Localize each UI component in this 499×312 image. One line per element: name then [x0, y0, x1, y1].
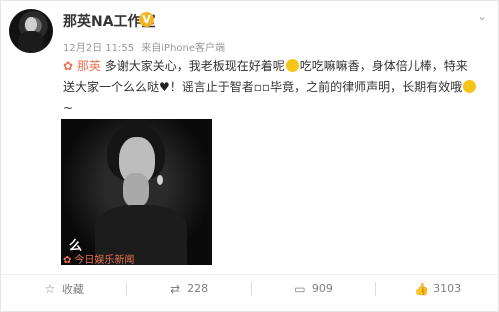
- content-line-1: ✿ 那英 多谢大家关心，我老板现在好着呢 吃吃嘛嘛香，身体倍儿棒，特来: [63, 56, 489, 77]
- photo-hand: [123, 173, 149, 207]
- mention-flower-icon: ✿: [63, 59, 74, 73]
- like-count: 3103: [433, 282, 462, 295]
- repost-icon: ⇄: [170, 281, 181, 296]
- favorite-button[interactable]: ☆ 收藏: [1, 275, 126, 302]
- like-button[interactable]: 👍 3103: [375, 275, 499, 302]
- source-name: 今日娱乐新闻: [74, 255, 135, 266]
- action-bar: ☆ 收藏 ⇄ 228 ▭ 909 👍 3103: [1, 274, 499, 302]
- client-prefix: 来自: [141, 43, 162, 54]
- client-name[interactable]: iPhone客户端: [161, 43, 225, 54]
- weibo-post-card: 那英NA工作室 V ⌄ 12月2日 11:55 来自iPhone客户端 ✿ 那英…: [0, 0, 499, 312]
- content-line-2: 送大家一个么么哒♥！谣言止于智者▫▫毕竟，之前的律师声明，长期有效哦: [63, 77, 489, 98]
- favorite-label: 收藏: [61, 282, 84, 296]
- content-text: 吃吃嘛嘛香，身体倍儿棒，特来: [299, 59, 468, 73]
- content-text: 送大家一个么么哒: [63, 80, 160, 94]
- heart-emoji-icon: ♥: [159, 80, 170, 94]
- content-line-3: ~: [63, 101, 74, 115]
- comment-count: 909: [311, 282, 333, 295]
- post-date[interactable]: 12月2日 11:55: [63, 43, 134, 54]
- content-text: 多谢大家关心，我老板现在好着呢: [104, 59, 285, 73]
- avatar-face: [25, 17, 37, 32]
- post-photo[interactable]: 么: [61, 119, 212, 265]
- star-outline-icon: ☆: [44, 281, 56, 296]
- source-link[interactable]: ✿ 今日娱乐新闻: [63, 251, 134, 266]
- wink-emoji-icon: [463, 80, 477, 93]
- comment-button[interactable]: ▭ 909: [250, 275, 376, 302]
- box-glyph: ▫▫: [253, 80, 271, 94]
- post-content: ✿ 那英 多谢大家关心，我老板现在好着呢 吃吃嘛嘛香，身体倍儿棒，特来 送大家一个…: [63, 56, 489, 119]
- verified-badge-icon: V: [139, 12, 154, 27]
- content-text: 毕竟，之前的律师声明，长期有效哦: [270, 80, 463, 94]
- content-text: ！谣言止于智者: [169, 80, 254, 94]
- thumbs-up-icon: 👍: [414, 281, 430, 296]
- repost-button[interactable]: ⇄ 228: [125, 275, 251, 302]
- chevron-down-icon[interactable]: ⌄: [476, 11, 488, 23]
- comment-icon: ▭: [294, 281, 306, 296]
- grin-emoji-icon: [285, 59, 299, 72]
- repost-count: 228: [187, 282, 209, 295]
- post-meta: 12月2日 11:55 来自iPhone客户端: [63, 39, 229, 54]
- photo-earring: [157, 175, 163, 185]
- mention-link[interactable]: 那英: [77, 59, 101, 73]
- source-flower-icon: ✿: [63, 255, 72, 266]
- author-avatar[interactable]: [9, 9, 53, 53]
- avatar-body: [18, 31, 44, 53]
